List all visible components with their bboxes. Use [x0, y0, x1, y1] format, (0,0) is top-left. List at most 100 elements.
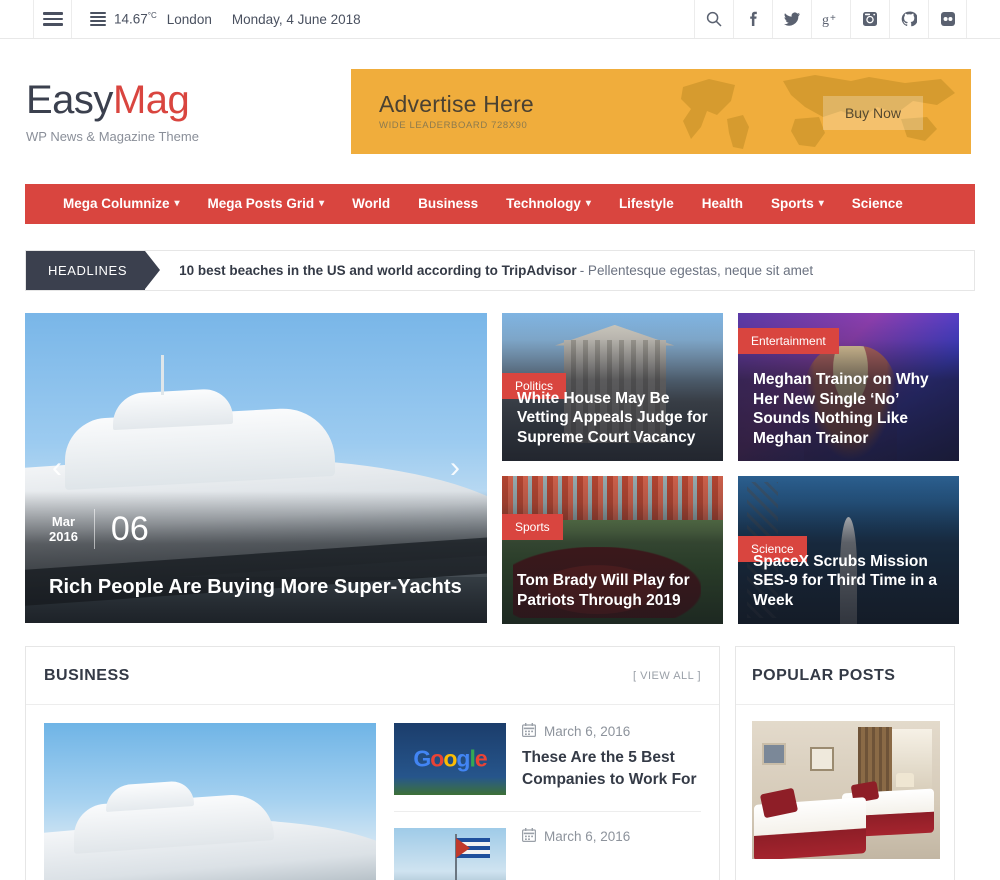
card-title[interactable]: SpaceX Scrubs Mission SES-9 for Third Ti… — [753, 552, 947, 611]
featured-slider[interactable]: Mar 2016 06 Rich People Are Buying More … — [25, 313, 487, 623]
nav-label: Lifestyle — [618, 196, 674, 211]
nav-item-business[interactable]: Business — [404, 184, 492, 224]
nav-label: Business — [418, 196, 479, 211]
buy-now-button[interactable]: Buy Now — [822, 96, 923, 130]
chevron-down-icon: ▾ — [818, 198, 824, 209]
cuba-flag-graphic — [456, 838, 490, 858]
post-date-label: March 6, 2016 — [544, 724, 631, 739]
list-item[interactable]: Google March 6, 2016 These Are the 5 Bes… — [394, 723, 701, 812]
chevron-right-icon[interactable]: › — [437, 450, 473, 486]
google-office-thumb: Google — [394, 723, 506, 795]
main-navigation: Mega Columnize ▾ Mega Posts Grid ▾ World B… — [25, 184, 975, 224]
top-bar: 14.67°C London Monday, 4 June 2018 g + — [0, 0, 1000, 39]
featured-column-2: Entertainment Meghan Trainor on Why Her … — [738, 313, 959, 624]
headlines-bar: HEADLINES 10 best beaches in the US and … — [25, 250, 975, 291]
nav-item-sports[interactable]: Sports ▾ — [757, 184, 838, 224]
list-item[interactable]: March 6, 2016 — [394, 812, 701, 880]
nav-item-technology[interactable]: Technology ▾ — [492, 184, 605, 224]
slide-title[interactable]: Rich People Are Buying More Super-Yachts — [49, 575, 463, 599]
section-title: BUSINESS — [44, 666, 130, 684]
site-brand[interactable]: EasyMag WP News & Magazine Theme — [26, 80, 351, 144]
brand-second: Mag — [112, 77, 190, 122]
nav-label: Sports — [770, 196, 814, 211]
list-item-body: March 6, 2016 — [522, 828, 630, 880]
hotel-room-image[interactable] — [752, 721, 940, 859]
site-header: EasyMag WP News & Magazine Theme Adverti… — [0, 39, 1000, 184]
business-section: BUSINESS [ VIEW ALL ] Google March 6, 20… — [25, 646, 720, 880]
city-label: London — [166, 11, 212, 27]
slide-day: 06 — [110, 509, 149, 548]
nav-label: World — [352, 196, 391, 211]
social-links: g + — [694, 0, 1000, 38]
slide-date: Mar 2016 06 — [49, 509, 149, 549]
date-label: Monday, 4 June 2018 — [231, 11, 361, 27]
nav-label: Mega Posts Grid — [207, 196, 315, 211]
hamburger-menu-button[interactable] — [33, 0, 72, 38]
nav-item-mega-posts-grid[interactable]: Mega Posts Grid ▾ — [194, 184, 339, 224]
leaderboard-ad[interactable]: Advertise Here WIDE LEADERBOARD 728X90 B… — [351, 69, 971, 154]
headlines-label: HEADLINES — [26, 251, 161, 290]
chevron-down-icon: ▾ — [319, 198, 325, 209]
nav-label: Technology — [506, 196, 581, 211]
slide-month: Mar — [51, 514, 76, 529]
list-item-body: March 6, 2016 These Are the 5 Best Compa… — [522, 723, 701, 795]
business-lead-post[interactable] — [44, 723, 376, 880]
featured-card-science[interactable]: Science SpaceX Scrubs Mission SES-9 for … — [738, 476, 959, 624]
business-section-header: BUSINESS [ VIEW ALL ] — [26, 647, 719, 705]
view-all-link[interactable]: [ VIEW ALL ] — [633, 670, 701, 682]
featured-card-sports[interactable]: Sports Tom Brady Will Play for Patriots … — [502, 476, 723, 624]
nav-label: Science — [851, 196, 903, 211]
svg-text:g: g — [822, 13, 829, 27]
yacht-mast-graphic — [161, 355, 164, 395]
github-icon[interactable] — [889, 0, 928, 38]
popular-posts-body — [736, 705, 954, 875]
instagram-icon[interactable] — [850, 0, 889, 38]
headline-item[interactable]: 10 best beaches in the US and world acco… — [145, 251, 813, 290]
ad-text: Advertise Here WIDE LEADERBOARD 728X90 — [379, 91, 534, 131]
wall-art-graphic — [762, 743, 786, 765]
post-date: March 6, 2016 — [522, 723, 701, 740]
flickr-icon[interactable] — [928, 0, 967, 38]
card-title[interactable]: Tom Brady Will Play for Patriots Through… — [517, 571, 711, 611]
nav-item-health[interactable]: Health — [688, 184, 757, 224]
post-date: March 6, 2016 — [522, 828, 630, 845]
ad-subtitle: WIDE LEADERBOARD 728X90 — [379, 120, 528, 131]
site-tagline: WP News & Magazine Theme — [26, 128, 199, 144]
google-logo: Google — [413, 745, 487, 772]
business-body: Google March 6, 2016 These Are the 5 Bes… — [26, 705, 719, 880]
nav-item-science[interactable]: Science — [838, 184, 917, 224]
popular-posts-widget: POPULAR POSTS — [735, 646, 955, 880]
business-post-list: Google March 6, 2016 These Are the 5 Bes… — [394, 723, 701, 880]
svg-text:+: + — [830, 13, 836, 24]
chevron-down-icon: ▾ — [585, 198, 591, 209]
headline-title: 10 best beaches in the US and world acco… — [179, 263, 577, 278]
cuba-flag-thumb — [394, 828, 506, 880]
facebook-icon[interactable] — [733, 0, 772, 38]
hamburger-menu-icon — [42, 9, 63, 30]
lamp-graphic — [896, 773, 914, 787]
nav-label: Mega Columnize — [63, 196, 170, 211]
featured-grid: Mar 2016 06 Rich People Are Buying More … — [0, 291, 1000, 624]
headline-excerpt: - Pellentesque egestas, neque sit amet — [579, 263, 814, 278]
chevron-left-icon[interactable]: ‹ — [39, 450, 75, 486]
card-title[interactable]: Meghan Trainor on Why Her New Single ‘No… — [753, 370, 947, 449]
post-date-label: March 6, 2016 — [544, 829, 631, 844]
featured-card-entertainment[interactable]: Entertainment Meghan Trainor on Why Her … — [738, 313, 959, 461]
ad-title: Advertise Here — [379, 91, 534, 117]
business-lead-image — [44, 723, 376, 880]
category-badge[interactable]: Sports — [502, 514, 563, 540]
featured-card-politics[interactable]: Politics White House May Be Vetting Appe… — [502, 313, 723, 461]
search-icon[interactable] — [694, 0, 733, 38]
post-title[interactable]: These Are the 5 Best Companies to Work F… — [522, 747, 701, 790]
brand-first: Easy — [26, 77, 113, 122]
nav-item-lifestyle[interactable]: Lifestyle — [605, 184, 688, 224]
calendar-icon — [522, 828, 537, 845]
nav-item-world[interactable]: World — [338, 184, 404, 224]
category-badge[interactable]: Entertainment — [738, 328, 839, 354]
weather-bars-icon — [90, 10, 106, 29]
card-title[interactable]: White House May Be Vetting Appeals Judge… — [517, 389, 711, 448]
google-plus-icon[interactable]: g + — [811, 0, 850, 38]
nav-item-mega-columnize[interactable]: Mega Columnize ▾ — [51, 184, 194, 224]
twitter-icon[interactable] — [772, 0, 811, 38]
